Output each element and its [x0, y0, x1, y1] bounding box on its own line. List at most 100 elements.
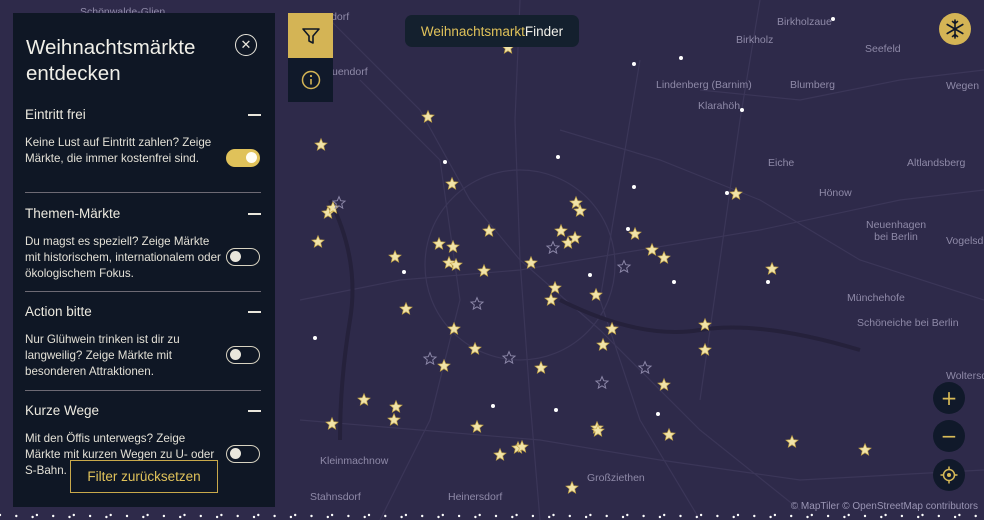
map-dot [632, 62, 636, 66]
place-label: Wegen [946, 80, 980, 92]
snow-speck [199, 514, 202, 518]
snow-speck [220, 513, 223, 517]
place-label: Seefeld [865, 43, 901, 55]
section-title: Eintritt frei [25, 107, 86, 122]
filter-button[interactable] [288, 13, 333, 58]
snow-speck [257, 513, 260, 517]
snow-speck [863, 514, 867, 518]
map-dot [632, 185, 636, 189]
snow-toggle-button[interactable] [939, 13, 971, 45]
snow-speck [900, 514, 904, 518]
reset-filter-button[interactable]: Filter zurücksetzen [70, 460, 218, 493]
snow-speck [326, 515, 329, 519]
zoom-out-button[interactable]: − [933, 420, 965, 452]
info-button[interactable] [288, 58, 333, 102]
snow-speck [626, 513, 629, 517]
place-label: Stahnsdorf [310, 491, 361, 503]
snow-speck [699, 513, 703, 517]
snow-speck [589, 513, 592, 517]
snow-speck [347, 514, 350, 518]
snow-speck [474, 515, 477, 519]
plus-icon: + [940, 386, 958, 410]
snow-speck [125, 514, 129, 518]
snow-speck [511, 515, 514, 519]
toggle-themen-maerkte[interactable] [226, 248, 260, 266]
snow-speck [921, 513, 924, 517]
snow-speck [732, 515, 735, 519]
snow-speck [183, 513, 186, 517]
map-dot [402, 270, 406, 274]
place-label: Kleinmachnow [320, 455, 389, 467]
map-attribution[interactable]: © MapTiler © OpenStreetMap contributors [791, 501, 978, 512]
map-dot [656, 412, 660, 416]
map-dot [491, 404, 495, 408]
section-title: Action bitte [25, 304, 92, 319]
section-title: Kurze Wege [25, 403, 100, 418]
snow-speck [736, 513, 740, 517]
locate-button[interactable] [933, 459, 965, 491]
snow-speck [716, 514, 719, 518]
snow-speck [917, 515, 920, 519]
snow-speck [958, 513, 961, 517]
filter-section-action-bitte: Action bitte Nur Glühwein trinken ist di… [25, 304, 261, 384]
map-dot [766, 280, 770, 284]
map-toolbar [288, 13, 333, 102]
snow-speck [826, 514, 830, 518]
place-label: Eiche [768, 157, 795, 169]
divider [25, 192, 261, 193]
toggle-kurze-wege[interactable] [226, 445, 260, 463]
collapse-minus-icon[interactable] [248, 213, 261, 215]
info-icon [301, 70, 320, 90]
place-label: Woltersd [946, 370, 984, 382]
snow-speck [31, 515, 34, 519]
snow-speck [953, 515, 957, 519]
snow-speck [605, 514, 608, 518]
snow-speck [494, 514, 498, 518]
snow-speck [330, 513, 334, 517]
map-dot [554, 408, 558, 412]
snow-speck [109, 513, 112, 517]
map-dot [626, 227, 630, 231]
snow-speck [437, 515, 440, 519]
close-button[interactable]: ✕ [235, 34, 257, 56]
snow-speck [215, 515, 219, 519]
toggle-action-bitte[interactable] [226, 346, 260, 364]
snow-speck [884, 513, 887, 517]
snow-speck [515, 513, 518, 517]
divider [25, 291, 261, 292]
collapse-minus-icon[interactable] [248, 311, 261, 313]
locate-icon [940, 466, 958, 484]
collapse-minus-icon[interactable] [248, 410, 261, 412]
snow-speck [384, 514, 387, 518]
zoom-in-button[interactable]: + [933, 382, 965, 414]
map-dot [443, 160, 447, 164]
snow-speck [880, 515, 883, 519]
snow-speck [252, 515, 256, 519]
place-label: Klarahöh [698, 100, 741, 112]
snow-speck [769, 515, 772, 519]
snow-speck [179, 515, 182, 519]
section-description: Nur Glühwein trinken ist dir zu langweil… [25, 333, 180, 378]
snow-speck [289, 515, 293, 519]
section-description: Du magst es speziell? Zeige Märkte mit h… [25, 235, 221, 280]
snow-speck [441, 513, 444, 517]
snow-speck [294, 513, 297, 517]
close-icon: ✕ [240, 37, 252, 53]
section-description: Keine Lust auf Eintritt zahlen? Zeige Mä… [25, 136, 212, 165]
collapse-minus-icon[interactable] [248, 114, 261, 116]
place-label: Altlandsberg [907, 157, 966, 169]
snow-speck [552, 513, 555, 517]
snow-speck [68, 515, 71, 519]
toggle-eintritt-frei[interactable] [226, 149, 260, 167]
filter-section-themen-maerkte: Themen-Märkte Du magst es speziell? Zeig… [25, 206, 261, 286]
snow-speck [162, 514, 166, 518]
snow-speck [974, 514, 977, 518]
place-label: Großziethen [587, 472, 645, 484]
snow-speck [790, 514, 793, 518]
snow-speck [88, 514, 92, 518]
filter-panel: Weihnachtsmärkte entdecken ✕ Eintritt fr… [13, 13, 275, 507]
map-dot [725, 191, 729, 195]
snow-speck [658, 515, 662, 519]
snow-speck [548, 515, 551, 519]
snow-speck [621, 515, 625, 519]
